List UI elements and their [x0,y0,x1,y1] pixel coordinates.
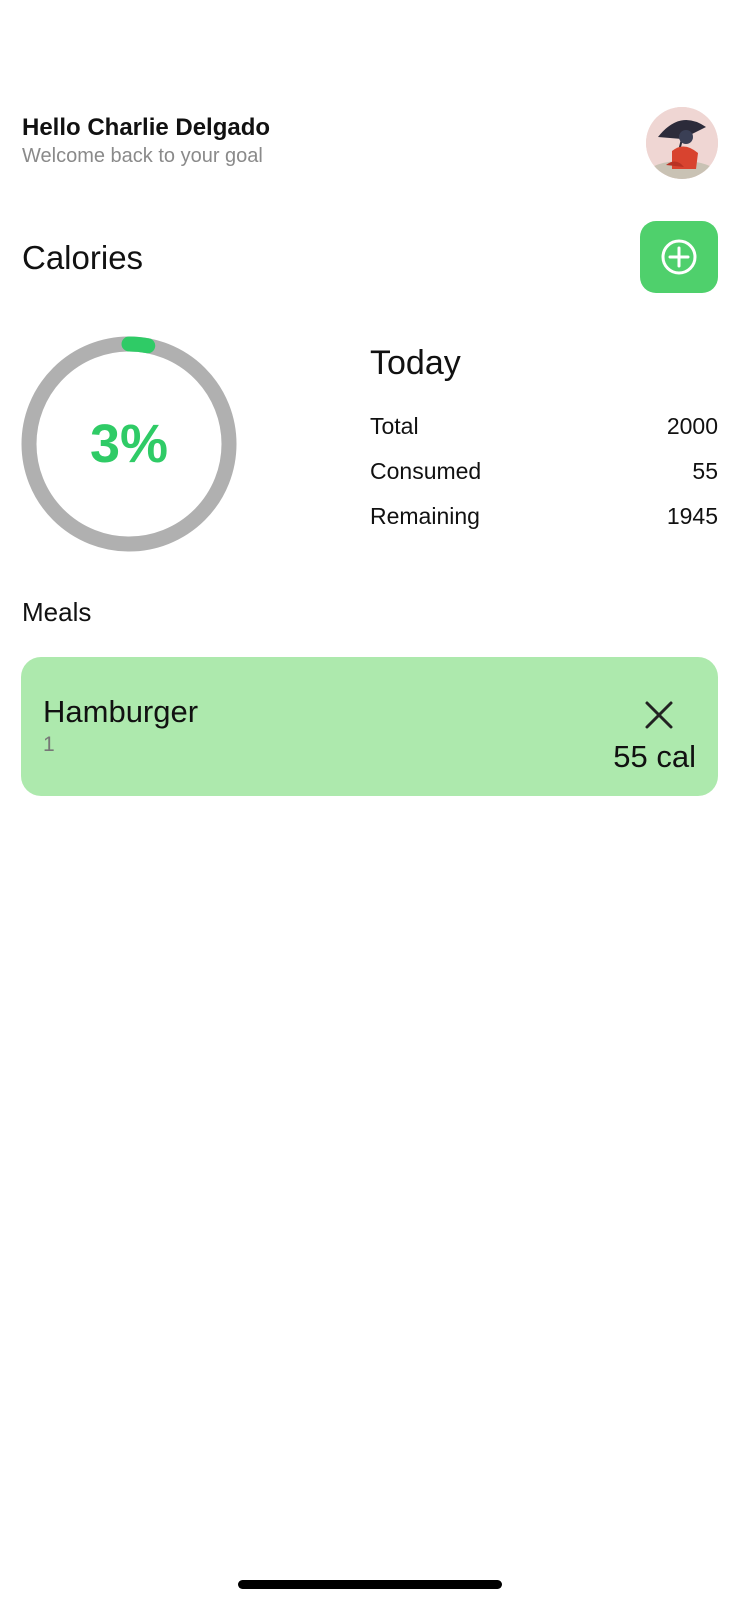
meal-quantity: 1 [43,733,55,756]
stat-row-remaining: Remaining 1945 [370,501,718,531]
avatar[interactable] [646,107,718,179]
home-indicator[interactable] [238,1580,502,1589]
stat-row-consumed: Consumed 55 [370,456,718,486]
today-title: Today [370,344,461,382]
greeting-title: Hello Charlie Delgado [22,114,271,141]
progress-percent: 3% [89,414,169,474]
stat-label: Total [370,413,419,439]
stat-label: Consumed [370,458,482,484]
meal-calories: 55 cal [613,739,696,774]
meal-name: Hamburger [43,694,199,729]
stat-label: Remaining [370,503,480,529]
meal-card[interactable]: Hamburger 1 55 cal [21,657,718,796]
stat-row-total: Total 2000 [370,411,718,441]
plus-circle-icon [661,239,697,275]
close-icon [645,701,673,729]
avatar-illustration-icon [646,107,718,179]
greeting-subtitle: Welcome back to your goal [22,145,263,167]
add-meal-button[interactable] [640,221,718,293]
stat-value: 2000 [666,413,718,439]
meals-title: Meals [22,597,92,627]
stat-value: 1945 [666,503,718,529]
delete-meal-button[interactable] [644,700,674,730]
calories-title: Calories [22,239,144,276]
stat-value: 55 [692,458,718,484]
